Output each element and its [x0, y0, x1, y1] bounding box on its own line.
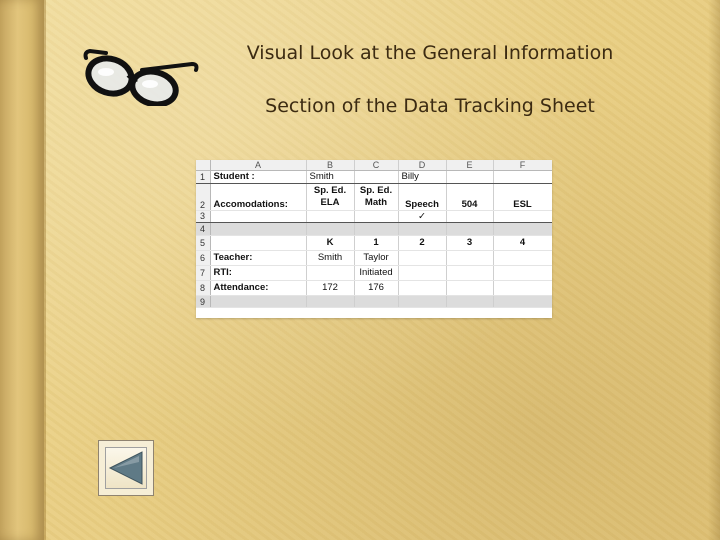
table-cell [398, 265, 447, 281]
cell-line: ELA [320, 196, 340, 208]
row-number: 1 [196, 170, 211, 184]
table-cell: Initiated [354, 265, 399, 281]
back-arrow-icon [108, 451, 143, 485]
table-cell: 3 [446, 235, 494, 251]
table-cell: 1 [354, 235, 399, 251]
table-cell [493, 295, 552, 309]
table-cell [493, 170, 552, 184]
table-row: 2 Accomodations: Sp. Ed. ELA Sp. Ed. Mat… [196, 183, 552, 211]
table-cell [446, 280, 494, 296]
row-number: 4 [196, 222, 211, 236]
eyeglasses-icon [83, 48, 199, 106]
book-spine [0, 0, 44, 540]
table-cell [493, 265, 552, 281]
row-number: 2 [196, 183, 211, 211]
spine-divider [44, 0, 46, 540]
table-cell: Attendance: [210, 280, 307, 296]
table-row: 6 Teacher: Smith Taylor [196, 250, 552, 266]
table-cell: 176 [354, 280, 399, 296]
table-cell [493, 222, 552, 236]
table-cell [493, 210, 552, 224]
table-cell: Teacher: [210, 250, 307, 266]
table-cell: 4 [493, 235, 552, 251]
table-cell [446, 265, 494, 281]
spreadsheet-screenshot: A B C D E F 1 Student : Smith Billy 2 Ac… [196, 160, 552, 318]
data-tracking-table: A B C D E F 1 Student : Smith Billy 2 Ac… [196, 160, 552, 309]
row-number: 6 [196, 250, 211, 266]
table-row: 8 Attendance: 172 176 [196, 280, 552, 296]
table-cell: K [306, 235, 355, 251]
row-number: 9 [196, 295, 211, 309]
table-cell [354, 210, 399, 224]
table-row: 3 ✓ [196, 210, 552, 224]
table-cell [210, 235, 307, 251]
table-cell: 172 [306, 280, 355, 296]
column-header: D [398, 160, 447, 171]
column-header: B [306, 160, 355, 171]
cell-line: Math [364, 196, 388, 208]
cell-line: Sp. Ed. [359, 184, 393, 196]
table-row-blank: 4 [196, 222, 552, 236]
table-cell [446, 222, 494, 236]
table-cell [398, 295, 447, 309]
table-cell: Billy [398, 170, 447, 184]
table-cell [354, 295, 399, 309]
row-number: 7 [196, 265, 211, 281]
table-cell [398, 280, 447, 296]
table-cell [306, 222, 355, 236]
table-cell [306, 265, 355, 281]
column-header-row: A B C D E F [196, 160, 552, 171]
column-header: E [446, 160, 494, 171]
slide: Visual Look at the General Information S… [0, 0, 720, 540]
slide-title-line2: Section of the Data Tracking Sheet [265, 95, 595, 117]
table-cell [398, 250, 447, 266]
table-cell: 2 [398, 235, 447, 251]
table-cell [493, 280, 552, 296]
table-cell: Taylor [354, 250, 399, 266]
table-cell [210, 210, 307, 224]
row-number: 8 [196, 280, 211, 296]
table-cell: 504 [446, 183, 494, 211]
table-cell: Smith [306, 250, 355, 266]
table-cell [446, 170, 494, 184]
back-button[interactable] [98, 440, 154, 496]
table-cell: Accomodations: [210, 183, 307, 211]
table-cell [354, 222, 399, 236]
cell-line: Sp. Ed. [313, 184, 347, 196]
page-edge-shadow [708, 0, 720, 540]
table-cell [354, 170, 399, 184]
table-cell [306, 295, 355, 309]
table-row: 5 K 1 2 3 4 [196, 235, 552, 251]
back-button-face [105, 447, 147, 489]
table-cell [210, 295, 307, 309]
table-cell: RTI: [210, 265, 307, 281]
table-cell: Student : [210, 170, 307, 184]
table-cell [446, 210, 494, 224]
table-cell: Sp. Ed. Math [354, 183, 399, 211]
table-cell: Sp. Ed. ELA [306, 183, 355, 211]
table-cell [446, 295, 494, 309]
table-cell: Speech [398, 183, 447, 211]
column-header: C [354, 160, 399, 171]
table-cell: Smith [306, 170, 355, 184]
checkmark-cell: ✓ [398, 210, 447, 224]
row-number: 3 [196, 210, 211, 224]
row-number: 5 [196, 235, 211, 251]
slide-title-line1: Visual Look at the General Information [246, 42, 614, 64]
table-cell [446, 250, 494, 266]
table-cell [493, 250, 552, 266]
table-row: 1 Student : Smith Billy [196, 170, 552, 184]
table-cell: ESL [493, 183, 552, 211]
table-cell [210, 222, 307, 236]
table-row-blank: 9 [196, 295, 552, 309]
corner-cell [196, 160, 211, 171]
table-row: 7 RTI: Initiated [196, 265, 552, 281]
table-cell [398, 222, 447, 236]
column-header: F [493, 160, 552, 171]
table-cell [306, 210, 355, 224]
column-header: A [210, 160, 307, 171]
